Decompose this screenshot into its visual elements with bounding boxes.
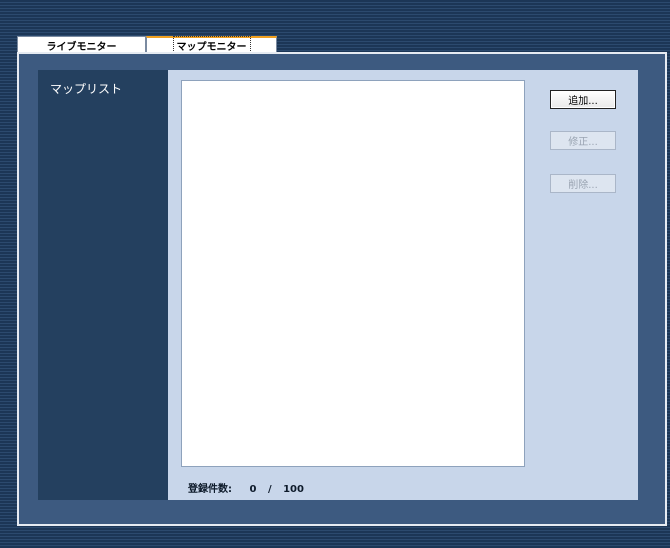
tab-map-monitor-label: マップモニター (172, 36, 251, 55)
tab-map-monitor[interactable]: マップモニター (146, 36, 277, 55)
tab-live-monitor-label: ライブモニター (46, 41, 117, 53)
map-list-box[interactable] (181, 80, 525, 467)
sidebar-item-map-list[interactable]: マップリスト (50, 80, 122, 97)
edit-button-label: 修正... (568, 137, 598, 148)
add-button[interactable]: 追加... (550, 90, 616, 109)
sidebar: マップリスト (38, 70, 168, 500)
registration-count-max: 100 (283, 484, 304, 495)
registration-count-separator: / (267, 484, 272, 495)
edit-button[interactable]: 修正... (550, 131, 616, 150)
delete-button-label: 削除... (568, 180, 598, 191)
registration-count-label: 登録件数: (188, 484, 232, 495)
delete-button[interactable]: 削除... (550, 174, 616, 193)
tab-live-monitor[interactable]: ライブモニター (17, 36, 146, 53)
registration-count: 登録件数: 0 / 100 (188, 480, 304, 495)
map-list-panel: 登録件数: 0 / 100 追加... 修正... 削除... (168, 70, 638, 500)
registration-count-current: 0 (249, 484, 257, 495)
add-button-label: 追加... (568, 96, 598, 107)
